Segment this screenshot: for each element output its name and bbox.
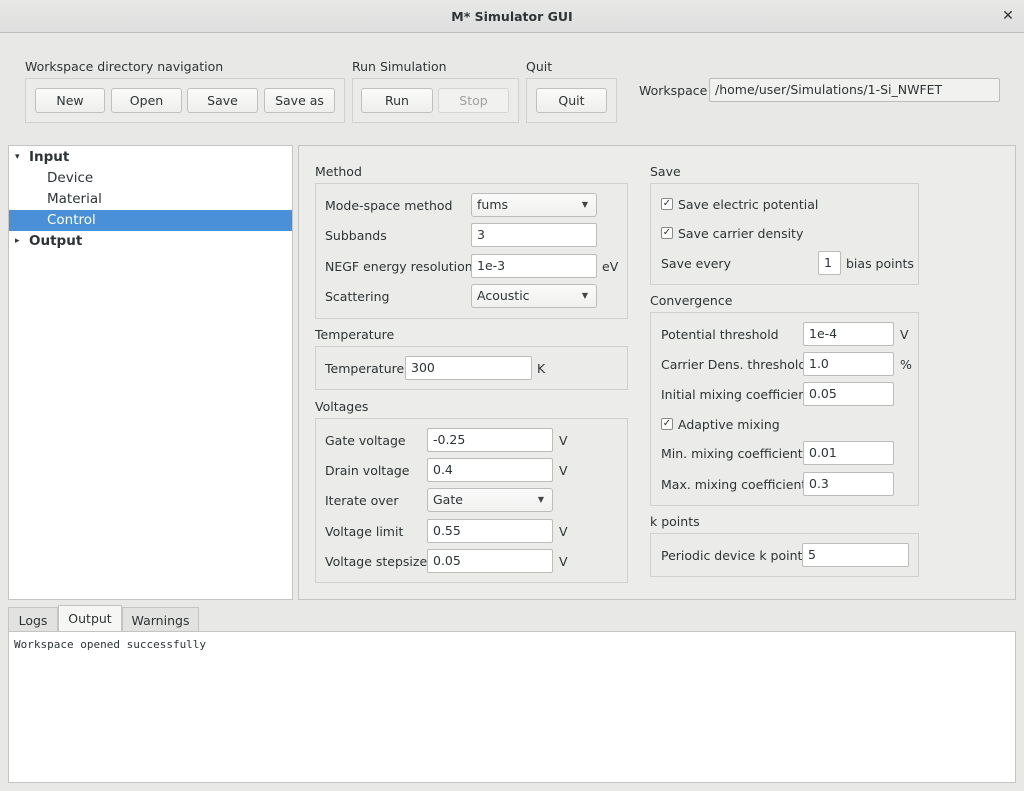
carrier-threshold-label: Carrier Dens. threshold xyxy=(661,357,807,372)
drain-voltage-unit: V xyxy=(559,463,568,478)
window-title: M* Simulator GUI xyxy=(451,9,573,24)
save-carrier-density-checkbox[interactable]: ✓ xyxy=(661,227,673,239)
adaptive-mixing-label: Adaptive mixing xyxy=(678,417,780,432)
navigation-tree: ▾ Input Device Material Control ▸ Output xyxy=(8,145,293,600)
tree-item-output[interactable]: ▸ Output xyxy=(9,231,292,252)
carrier-threshold-unit: % xyxy=(900,357,912,372)
potential-threshold-unit: V xyxy=(900,327,909,342)
run-button[interactable]: Run xyxy=(361,88,433,113)
min-mixing-input[interactable]: 0.01 xyxy=(803,441,894,465)
save-electric-potential-checkbox[interactable]: ✓ xyxy=(661,198,673,210)
tree-item-device[interactable]: Device xyxy=(9,168,292,189)
quit-button[interactable]: Quit xyxy=(536,88,607,113)
convergence-title: Convergence xyxy=(650,293,733,308)
tree-material-label: Material xyxy=(47,191,102,207)
save-button[interactable]: Save xyxy=(187,88,258,113)
potential-threshold-label: Potential threshold xyxy=(661,327,779,342)
tab-logs[interactable]: Logs xyxy=(8,607,58,633)
chevron-down-icon: ▼ xyxy=(581,200,588,209)
close-icon[interactable]: ✕ xyxy=(998,6,1018,26)
save-every-input[interactable]: 1 xyxy=(818,251,841,275)
subbands-input[interactable]: 3 xyxy=(471,223,597,247)
temperature-unit: K xyxy=(537,361,546,376)
mode-space-value: fums xyxy=(477,197,509,212)
adaptive-mixing-checkbox[interactable]: ✓ xyxy=(661,418,673,430)
save-electric-potential-label: Save electric potential xyxy=(678,197,819,212)
temperature-input[interactable]: 300 xyxy=(405,356,532,380)
gate-voltage-input[interactable]: -0.25 xyxy=(427,428,553,452)
mode-space-label: Mode-space method xyxy=(325,198,453,213)
voltages-title: Voltages xyxy=(315,399,369,414)
stop-button[interactable]: Stop xyxy=(438,88,509,113)
expander-icon[interactable]: ▸ xyxy=(15,231,20,252)
gate-voltage-label: Gate voltage xyxy=(325,433,406,448)
subbands-label: Subbands xyxy=(325,228,387,243)
tree-output-label: Output xyxy=(29,233,83,249)
scattering-select[interactable]: Acoustic ▼ xyxy=(471,284,597,308)
temperature-label: Temperature xyxy=(325,361,405,376)
new-button[interactable]: New xyxy=(35,88,105,113)
tree-control-label: Control xyxy=(47,212,96,228)
workspace-nav-label: Workspace directory navigation xyxy=(25,59,224,74)
negf-input[interactable]: 1e-3 xyxy=(471,254,597,278)
chevron-down-icon: ▼ xyxy=(537,495,544,504)
chevron-down-icon: ▼ xyxy=(581,291,588,300)
run-simulation-label: Run Simulation xyxy=(352,59,447,74)
voltage-stepsize-input[interactable]: 0.05 xyxy=(427,549,553,573)
tab-warnings[interactable]: Warnings xyxy=(122,607,199,633)
tree-item-input[interactable]: ▾ Input xyxy=(9,147,292,168)
save-as-button[interactable]: Save as xyxy=(264,88,335,113)
voltage-limit-input[interactable]: 0.55 xyxy=(427,519,553,543)
min-mixing-label: Min. mixing coefficient xyxy=(661,446,803,461)
workspace-label: Workspace xyxy=(639,83,708,98)
voltage-stepsize-label: Voltage stepsize xyxy=(325,554,428,569)
expander-icon[interactable]: ▾ xyxy=(15,147,20,168)
tree-item-control[interactable]: Control xyxy=(9,210,292,231)
save-title: Save xyxy=(650,164,681,179)
save-every-unit: bias points xyxy=(846,256,914,271)
quit-label: Quit xyxy=(526,59,553,74)
initial-mixing-input[interactable]: 0.05 xyxy=(803,382,894,406)
initial-mixing-label: Initial mixing coefficient xyxy=(661,387,812,402)
potential-threshold-input[interactable]: 1e-4 xyxy=(803,322,894,346)
output-log[interactable]: Workspace opened successfully xyxy=(8,631,1016,783)
max-mixing-label: Max. mixing coefficient xyxy=(661,477,807,492)
iterate-over-select[interactable]: Gate ▼ xyxy=(427,488,553,512)
carrier-threshold-input[interactable]: 1.0 xyxy=(803,352,894,376)
negf-unit: eV xyxy=(602,259,619,274)
tree-device-label: Device xyxy=(47,170,94,186)
scattering-value: Acoustic xyxy=(477,288,530,303)
kpoints-input[interactable]: 5 xyxy=(802,543,909,567)
log-line: Workspace opened successfully xyxy=(14,638,207,651)
voltage-limit-label: Voltage limit xyxy=(325,524,404,539)
gate-voltage-unit: V xyxy=(559,433,568,448)
mode-space-select[interactable]: fums ▼ xyxy=(471,193,597,217)
open-button[interactable]: Open xyxy=(111,88,182,113)
drain-voltage-input[interactable]: 0.4 xyxy=(427,458,553,482)
save-every-label: Save every xyxy=(661,256,731,271)
tree-item-material[interactable]: Material xyxy=(9,189,292,210)
drain-voltage-label: Drain voltage xyxy=(325,463,410,478)
tree-input-label: Input xyxy=(29,149,70,165)
save-carrier-density-label: Save carrier density xyxy=(678,226,804,241)
voltage-limit-unit: V xyxy=(559,524,568,539)
iterate-over-label: Iterate over xyxy=(325,493,399,508)
kpoints-title: k points xyxy=(650,514,700,529)
scattering-label: Scattering xyxy=(325,289,390,304)
iterate-over-value: Gate xyxy=(433,492,463,507)
method-title: Method xyxy=(315,164,362,179)
workspace-path-field[interactable]: /home/user/Simulations/1-Si_NWFET xyxy=(709,78,1000,102)
negf-label: NEGF energy resolution xyxy=(325,259,473,274)
max-mixing-input[interactable]: 0.3 xyxy=(803,472,894,496)
temperature-title: Temperature xyxy=(315,327,395,342)
voltage-stepsize-unit: V xyxy=(559,554,568,569)
kpoints-label: Periodic device k points xyxy=(661,548,809,563)
tab-output[interactable]: Output xyxy=(58,605,122,633)
